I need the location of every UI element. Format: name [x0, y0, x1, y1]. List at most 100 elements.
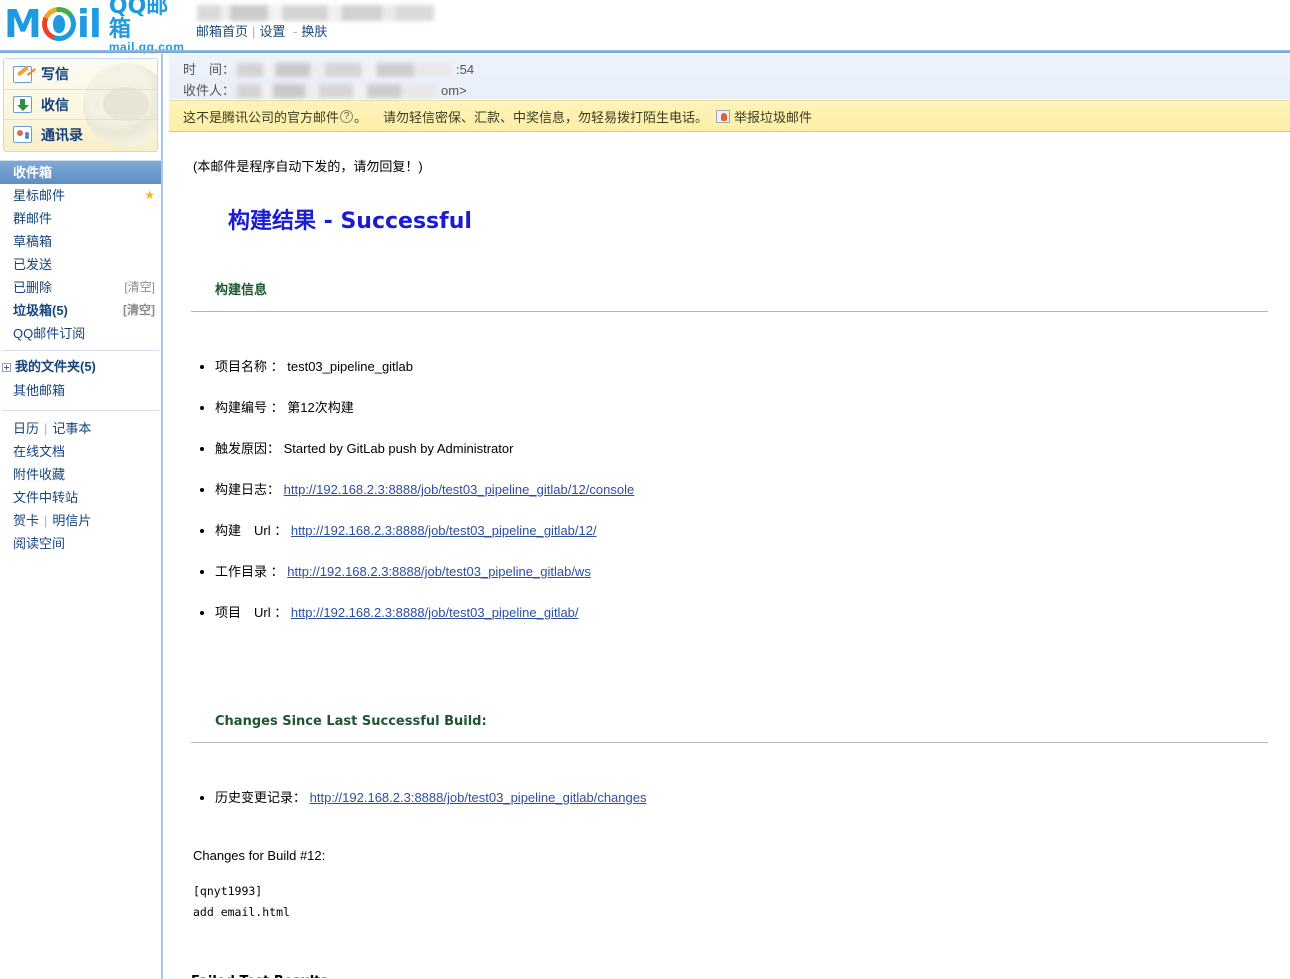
sidebar-tool-reading-space[interactable]: 阅读空间: [0, 532, 161, 555]
tool-link-notepad[interactable]: 记事本: [52, 421, 91, 436]
changes-for-build-label: Changes for Build #12:: [193, 848, 326, 863]
link-mail-home[interactable]: 邮箱首页: [196, 24, 248, 39]
logo-mark: M il: [4, 2, 102, 46]
list-item: 历史变更记录： http://192.168.2.3:8888/job/test…: [191, 790, 1268, 806]
link-skin[interactable]: 换肤: [301, 24, 327, 39]
sidebar-tool-attachment-favorites[interactable]: 附件收藏: [0, 463, 161, 486]
build-console-link[interactable]: http://192.168.2.3:8888/job/test03_pipel…: [284, 482, 635, 497]
contacts-icon: [13, 126, 32, 143]
info-value: 第12次构建: [287, 400, 354, 415]
sidebar-tool-cards[interactable]: 贺卡 | 明信片: [0, 509, 161, 532]
tool-link-file-transfer[interactable]: 文件中转站: [13, 490, 78, 505]
info-key: 项目名称 ：: [215, 359, 284, 374]
folder-drafts[interactable]: 草稿箱: [0, 230, 161, 253]
list-item: 触发原因： Started by GitLab push by Administ…: [191, 441, 1268, 457]
sidebar-item-label: 写信: [41, 66, 69, 82]
workspace-url-link[interactable]: http://192.168.2.3:8888/job/test03_pipel…: [287, 564, 591, 579]
expand-plus-icon[interactable]: [2, 362, 11, 372]
sidebar-item-my-folder[interactable]: 我的文件夹(5): [0, 355, 161, 379]
warning-text-punctuation: 。: [354, 109, 368, 125]
folder-label: 收件箱: [13, 165, 53, 180]
folder-label: 已发送: [13, 257, 53, 272]
failed-test-results-heading: Failed Test Results: [191, 974, 1268, 978]
logo-brand-text: QQ邮箱 mail.qq.com: [109, 0, 186, 53]
sidebar-tool-online-docs[interactable]: 在线文档: [0, 440, 161, 463]
folder-label: 其他邮箱: [13, 383, 66, 398]
tool-link-reading-space[interactable]: 阅读空间: [13, 536, 65, 551]
star-icon: ★: [144, 188, 155, 202]
help-question-icon[interactable]: ?: [340, 109, 354, 123]
folder-subscriptions[interactable]: QQ邮件订阅: [0, 322, 161, 345]
spam-warning-banner: 这不是腾讯公司的官方邮件?。 请勿轻信密保、汇款、中奖信息，勿轻易拨打陌生电话。…: [169, 100, 1290, 132]
folder-spam[interactable]: 垃圾箱(5) [清空]: [0, 299, 161, 322]
sidebar-item-compose[interactable]: 写信: [4, 59, 157, 89]
section-rule: [191, 311, 1268, 312]
receive-icon: [13, 96, 32, 113]
folder-deleted[interactable]: 已删除 [清空]: [0, 276, 161, 299]
tool-link-attachment-favorites[interactable]: 附件收藏: [13, 467, 65, 482]
sidebar-tool-calendar-notes[interactable]: 日历 | 记事本: [0, 417, 161, 440]
warning-text-advice: 请勿轻信密保、汇款、中奖信息，勿轻易拨打陌生电话。: [383, 109, 709, 125]
tool-link-postcard[interactable]: 明信片: [52, 513, 91, 528]
folder-label: 垃圾箱(5): [13, 303, 68, 318]
info-value: Started by GitLab push by Administrator: [283, 441, 514, 456]
email-body: (本邮件是程序自动下发的，请勿回复！) 构建结果 - Successful 构建…: [169, 132, 1290, 978]
tool-separator: |: [44, 421, 48, 436]
warning-text-primary: 这不是腾讯公司的官方邮件: [183, 109, 340, 125]
sidebar: 写信 收信 通讯录 收件箱 星标邮件 ★ 群邮件 草稿箱 已发送 已删除 [清空…: [0, 54, 163, 979]
changes-history-link[interactable]: http://192.168.2.3:8888/job/test03_pipel…: [310, 790, 647, 805]
folder-label: 星标邮件: [13, 188, 66, 203]
build-info-list: 项目名称 ： test03_pipeline_gitlab 构建编号 ： 第12…: [191, 359, 1268, 621]
link-settings[interactable]: 设置: [259, 24, 285, 39]
sidebar-nav-panel: 写信 收信 通讯录: [3, 58, 158, 152]
penguin-emblem-icon: [41, 7, 76, 41]
top-header: M il QQ邮箱 mail.qq.com 邮箱首页 | 设置 - 换肤: [0, 0, 1290, 53]
folder-sent[interactable]: 已发送: [0, 253, 161, 276]
my-folder-label: 我的文件夹(5): [15, 359, 96, 374]
tool-link-greeting-card[interactable]: 贺卡: [13, 513, 39, 528]
info-key: 历史变更记录：: [215, 790, 307, 805]
sidebar-item-label: 通讯录: [41, 126, 83, 143]
report-spam-button[interactable]: 举报垃圾邮件: [716, 107, 812, 126]
list-item: 工作目录 ： http://192.168.2.3:8888/job/test0…: [191, 564, 1268, 580]
sidebar-tool-file-transfer[interactable]: 文件中转站: [0, 486, 161, 509]
recipient-value-tail: om>: [441, 83, 467, 98]
folder-divider: [2, 350, 159, 351]
sidebar-item-contacts[interactable]: 通讯录: [4, 119, 157, 149]
list-item: 项目 Url ： http://192.168.2.3:8888/job/tes…: [191, 605, 1268, 621]
sidebar-item-receive[interactable]: 收信: [4, 89, 157, 119]
tool-link-online-docs[interactable]: 在线文档: [13, 444, 65, 459]
qq-mail-logo[interactable]: M il QQ邮箱 mail.qq.com: [4, 0, 186, 53]
info-key: 触发原因：: [215, 441, 281, 456]
folder-starred[interactable]: 星标邮件 ★: [0, 184, 161, 207]
folder-label: 群邮件: [13, 211, 53, 226]
folder-inbox[interactable]: 收件箱: [0, 161, 161, 184]
project-url-link[interactable]: http://192.168.2.3:8888/job/test03_pipel…: [291, 605, 579, 620]
header-dash: -: [293, 24, 298, 39]
clear-spam-link[interactable]: [清空]: [123, 299, 155, 322]
tool-link-calendar[interactable]: 日历: [13, 421, 39, 436]
email-body-scroll-area[interactable]: (本邮件是程序自动下发的，请勿回复！) 构建结果 - Successful 构建…: [165, 132, 1290, 978]
redacted-recipient-value: [237, 83, 438, 98]
info-value: test03_pipeline_gitlab: [287, 359, 414, 374]
compose-icon: [13, 65, 32, 83]
changes-list: 历史变更记录： http://192.168.2.3:8888/job/test…: [191, 790, 1268, 806]
folder-other-mailbox[interactable]: 其他邮箱: [0, 379, 161, 402]
folder-label: 草稿箱: [13, 234, 53, 249]
changes-heading: Changes Since Last Successful Build:: [215, 714, 487, 729]
failed-test-results-section: Failed Test Results: [191, 974, 1268, 978]
changes-section: Changes Since Last Successful Build: 历史变…: [191, 714, 1268, 923]
logo-letters-il: il: [76, 2, 102, 46]
folder-group-mail[interactable]: 群邮件: [0, 207, 161, 230]
clear-deleted-link[interactable]: [清空]: [124, 276, 155, 299]
list-item: 构建 Url ： http://192.168.2.3:8888/job/tes…: [191, 523, 1268, 539]
list-item: 项目名称 ： test03_pipeline_gitlab: [191, 359, 1268, 375]
tool-separator: |: [44, 513, 48, 528]
redacted-time-value: [237, 62, 453, 77]
info-key: 构建 Url ：: [215, 523, 288, 538]
time-label: 时 间：: [183, 62, 236, 77]
info-key: 构建日志：: [215, 482, 281, 497]
build-url-link[interactable]: http://192.168.2.3:8888/job/test03_pipel…: [291, 523, 597, 538]
brand-cn: QQ邮箱: [108, 0, 169, 42]
mail-time-row: 时 间： :54: [183, 59, 1290, 80]
